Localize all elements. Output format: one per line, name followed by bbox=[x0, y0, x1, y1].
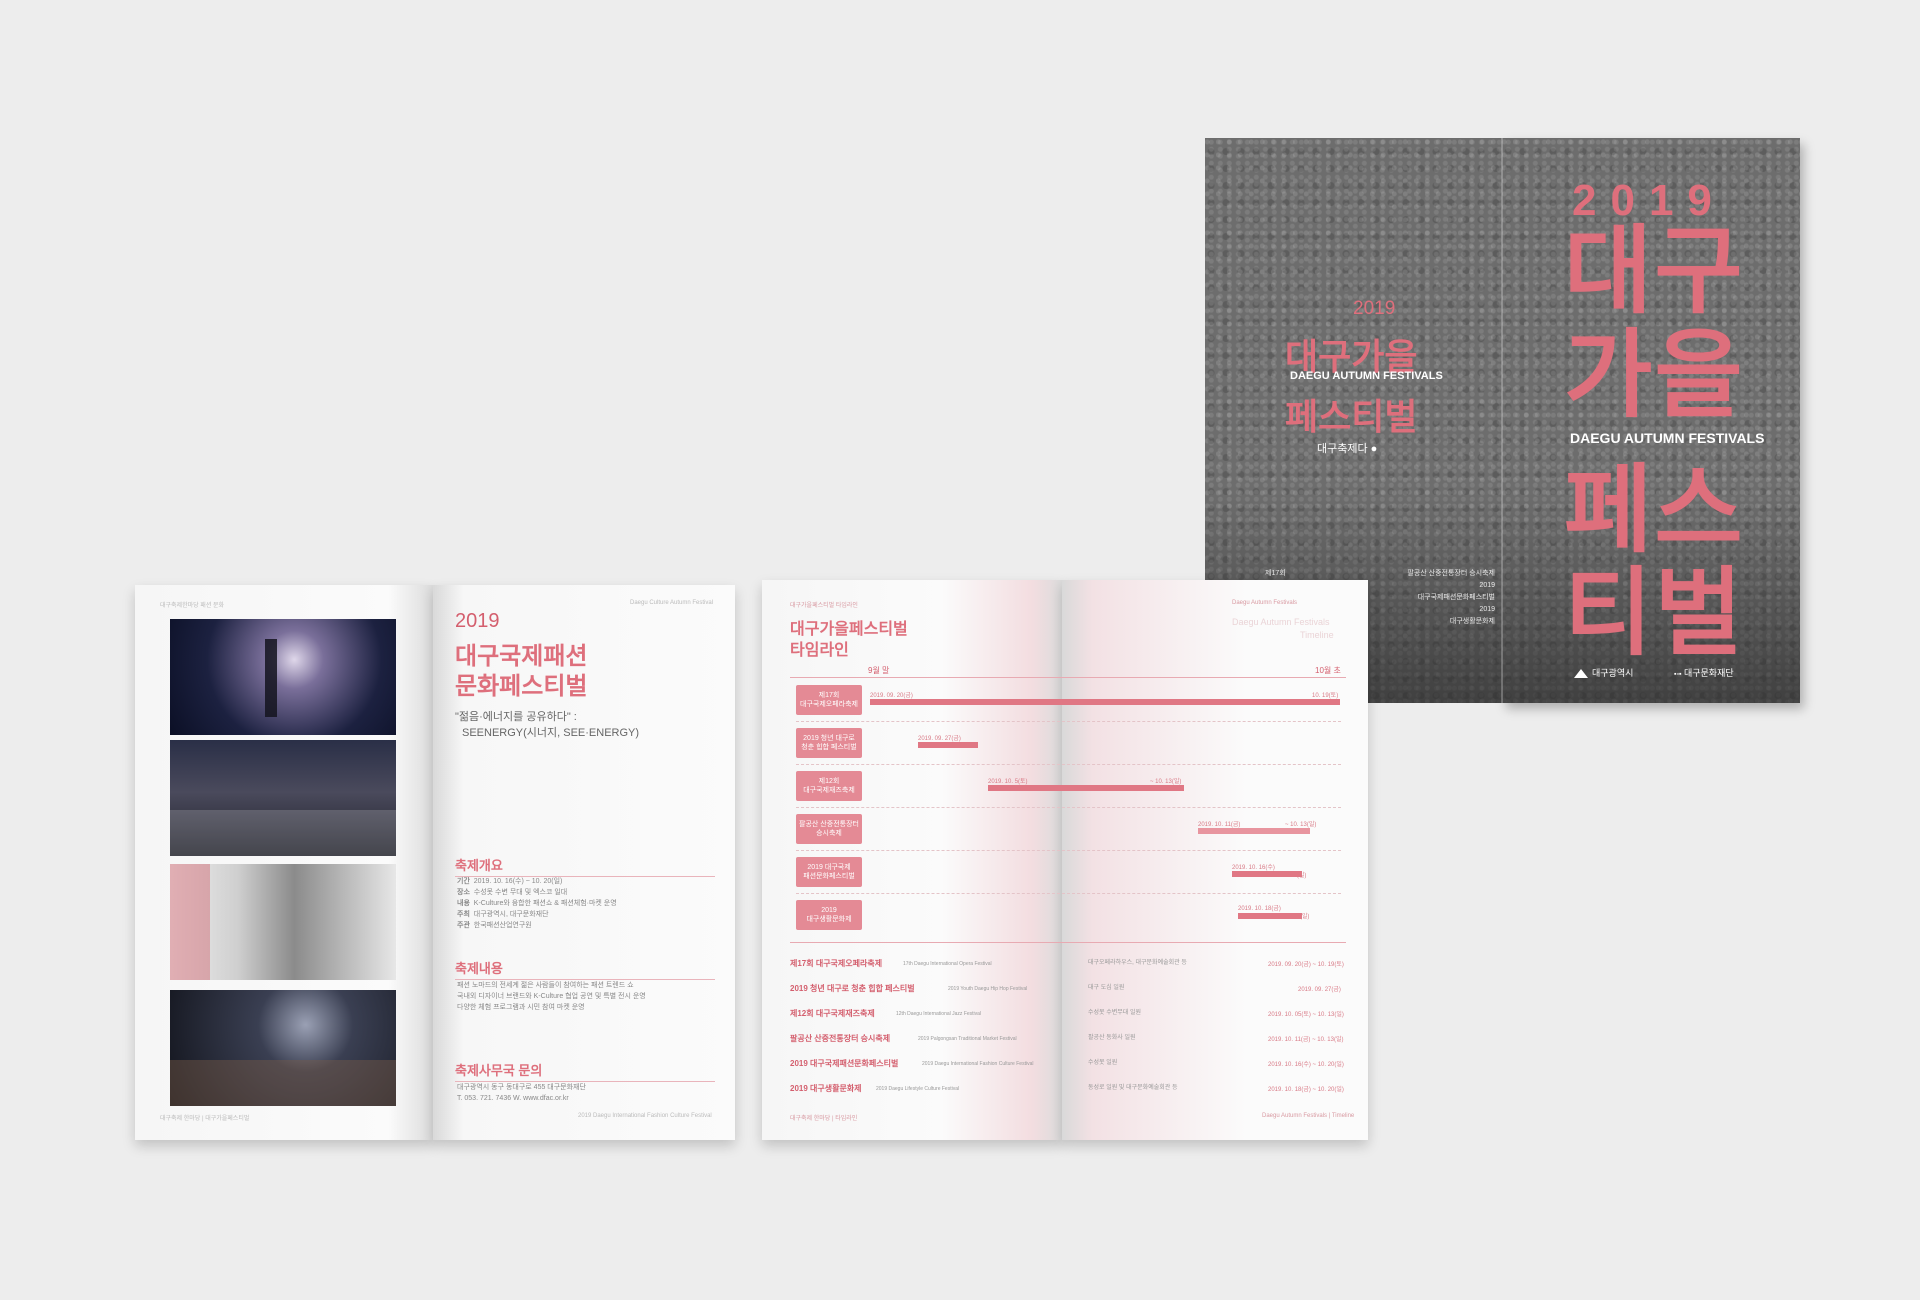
booklet2-subtitle-en-1: Daegu Autumn Festivals bbox=[1232, 617, 1330, 627]
cover-back-subtitle: DAEGU AUTUMN FESTIVALS bbox=[1290, 370, 1443, 382]
cover-back-org: 대구축제다 ● bbox=[1317, 443, 1378, 455]
list-date-seungsi: 2019. 10. 11(금) ~ 10. 13(일) bbox=[1268, 1037, 1344, 1043]
timeline-event-hiphop: 2019 청년 대구로 청춘 힙합 페스티벌 bbox=[796, 728, 862, 758]
booklet2-right-page bbox=[1062, 580, 1368, 1140]
list-date-lifestyle: 2019. 10. 18(금) ~ 10. 20(일) bbox=[1268, 1087, 1344, 1093]
date-jazz-end: ~ 10. 13(일) bbox=[1150, 779, 1182, 785]
list-date-hiphop: 2019. 09. 27(금) bbox=[1298, 987, 1341, 993]
list-date-opera: 2019. 09. 20(금) ~ 10. 19(토) bbox=[1268, 962, 1344, 968]
list-date-fashion: 2019. 10. 16(수) ~ 10. 20(일) bbox=[1268, 1062, 1344, 1068]
foundation-logo: ▪▫▪ 대구문화재단 bbox=[1674, 668, 1734, 678]
list-name-lifestyle: 2019 대구생활문화제 bbox=[790, 1084, 862, 1093]
office-heading: 축제사무국 문의 bbox=[455, 1060, 715, 1082]
timeline-axis-line bbox=[790, 677, 1346, 678]
timeline-event-jazz: 제12회 대구국제재즈축제 bbox=[796, 771, 862, 801]
list-en-lifestyle: 2019 Daegu Lifestyle Culture Festival bbox=[876, 1086, 960, 1092]
date-lifestyle-start: 2019. 10. 18(금) bbox=[1238, 906, 1281, 912]
photo-runway-models bbox=[170, 740, 396, 856]
list-venue-lifestyle: 동성로 일원 및 대구문화예술회관 등 bbox=[1088, 1085, 1178, 1091]
office-info: 대구광역시 동구 동대구로 455 대구문화재단 T. 053. 721. 74… bbox=[457, 1084, 586, 1102]
booklet1-footer-left: 대구축제 한마당 | 대구가을페스티벌 bbox=[160, 1116, 250, 1122]
list-venue-seungsi: 팔공산 동화사 일원 bbox=[1088, 1035, 1136, 1041]
date-opera-end: 10. 19(토) bbox=[1312, 693, 1339, 699]
booklet2-footer-right: Daegu Autumn Festivals | Timeline bbox=[1262, 1113, 1355, 1119]
booklet1-slogan-2: SEENERGY(시너지, SEE·ENERGY) bbox=[462, 727, 640, 739]
date-opera-start: 2019. 09. 20(금) bbox=[870, 693, 913, 699]
timeline-bar-seungsi bbox=[1198, 828, 1310, 834]
photo-concert-crowd bbox=[170, 990, 396, 1106]
list-en-hiphop: 2019 Youth Daegu Hip Hop Festival bbox=[948, 986, 1028, 992]
booklet2-left-header: 대구가을페스티벌 타임라인 bbox=[790, 603, 858, 609]
booklet1-footer-right: 2019 Daegu International Fashion Culture… bbox=[578, 1113, 712, 1119]
cover-spine bbox=[1501, 138, 1503, 703]
list-en-jazz: 12th Daegu International Jazz Festival bbox=[896, 1011, 982, 1017]
booklet1-right-header: Daegu Culture Autumn Festival bbox=[630, 600, 714, 606]
city-logo: 대구광역시 bbox=[1574, 666, 1633, 679]
list-name-opera: 제17회 대구국제오페라축제 bbox=[790, 959, 883, 968]
date-hiphop-start: 2019. 09. 27(금) bbox=[918, 736, 961, 742]
booklet1-slogan: "젊음·에너지를 공유하다" : bbox=[455, 711, 577, 723]
date-seungsi-end: ~ 10. 13(일) bbox=[1285, 822, 1317, 828]
timeline-bar-hiphop bbox=[918, 742, 978, 748]
timeline-bar-lifestyle bbox=[1238, 913, 1302, 919]
cover-front-title-4: 티벌 bbox=[1564, 560, 1745, 667]
booklet1-left-header: 대구축제한마당 패션 문화 bbox=[160, 603, 225, 609]
list-date-jazz: 2019. 10. 05(토) ~ 10. 13(일) bbox=[1268, 1012, 1344, 1018]
timeline-event-seungsi: 팔공산 산중전통장터 승시축제 bbox=[796, 814, 862, 844]
booklet2-right-header: Daegu Autumn Festivals bbox=[1232, 600, 1298, 606]
booklet2-footer-left: 대구축제 한마당 | 타임라인 bbox=[790, 1116, 858, 1122]
timeline-event-lifestyle: 2019 대구생활문화제 bbox=[796, 900, 862, 930]
timeline-bar-jazz bbox=[988, 785, 1184, 791]
booklet1-title-2: 문화페스티벌 bbox=[455, 673, 588, 700]
timeline-event-opera: 제17회 대구국제오페라축제 bbox=[796, 685, 862, 715]
date-jazz-start: 2019. 10. 5(토) bbox=[988, 779, 1028, 785]
cover-back-year: 2019 bbox=[1353, 298, 1396, 319]
list-name-hiphop: 2019 청년 대구로 청춘 힙합 페스티벌 bbox=[790, 984, 915, 993]
timeline-event-fashion: 2019 대구국제 패션문화페스티벌 bbox=[796, 857, 862, 887]
timeline-bar-fashion bbox=[1232, 871, 1302, 877]
cover-front-title-1: 대구 bbox=[1564, 218, 1745, 325]
list-venue-fashion: 수성못 일원 bbox=[1088, 1060, 1118, 1066]
overview-list: 기간 2019. 10. 16(수) ~ 10. 20(일) 장소 수성못 수변… bbox=[457, 878, 617, 929]
photo-exhibition bbox=[170, 864, 396, 980]
list-name-jazz: 제12회 대구국제재즈축제 bbox=[790, 1009, 875, 1018]
month-end-label: 10월 초 bbox=[1315, 666, 1341, 675]
foundation-mark-icon: ▪▫▪ bbox=[1674, 671, 1682, 678]
list-en-seungsi: 2019 Palgongsan Traditional Market Festi… bbox=[918, 1036, 1017, 1042]
booklet1-year: 2019 bbox=[455, 610, 500, 632]
month-start-label: 9월 말 bbox=[868, 666, 890, 675]
mountain-icon bbox=[1574, 669, 1588, 679]
timeline-bottom-line bbox=[790, 942, 1346, 943]
booklet2-subtitle-en-2: Timeline bbox=[1300, 630, 1334, 640]
cover-front-title-2: 가을 bbox=[1564, 322, 1745, 429]
overview-heading: 축제개요 bbox=[455, 855, 715, 877]
cover-back-list-right: 팔공산 산중전통장터 승시축제 2019 대구국제패션문화페스티벌 2019 대… bbox=[1407, 570, 1495, 625]
list-en-fashion: 2019 Daegu International Fashion Culture… bbox=[922, 1061, 1034, 1067]
timeline-bar-opera bbox=[870, 699, 1340, 705]
cover-front-title-3: 페스 bbox=[1564, 457, 1745, 564]
list-venue-opera: 대구오페라하우스, 대구문화예술회관 등 bbox=[1088, 960, 1187, 966]
booklet2-title-2: 타임라인 bbox=[790, 642, 849, 659]
list-venue-jazz: 수성못 수변무대 일원 bbox=[1088, 1010, 1142, 1016]
list-name-seungsi: 팔공산 산중전통장터 승시축제 bbox=[790, 1034, 891, 1043]
content-list: 패션 노마드의 전세계 젊은 사람들이 참여하는 패션 트렌드 쇼 국내외 디자… bbox=[457, 982, 646, 1011]
cover-back-title-2: 페스티벌 bbox=[1285, 396, 1418, 437]
photo-runway-smoke bbox=[170, 619, 396, 735]
list-en-opera: 17th Daegu International Opera Festival bbox=[903, 961, 992, 967]
date-fashion-start: 2019. 10. 16(수) bbox=[1232, 865, 1275, 871]
list-name-fashion: 2019 대구국제패션문화페스티벌 bbox=[790, 1059, 899, 1068]
date-seungsi-start: 2019. 10. 11(금) bbox=[1198, 822, 1241, 828]
cover-front-subtitle: DAEGU AUTUMN FESTIVALS bbox=[1570, 430, 1765, 446]
content-heading: 축제내용 bbox=[455, 958, 715, 980]
cover-back-list-left: 제17회 bbox=[1265, 570, 1286, 577]
list-venue-hiphop: 대구 도심 일원 bbox=[1088, 985, 1125, 991]
cover-front: 2019 대구 가을 DAEGU AUTUMN FESTIVALS 페스 티벌 … bbox=[1502, 138, 1800, 703]
